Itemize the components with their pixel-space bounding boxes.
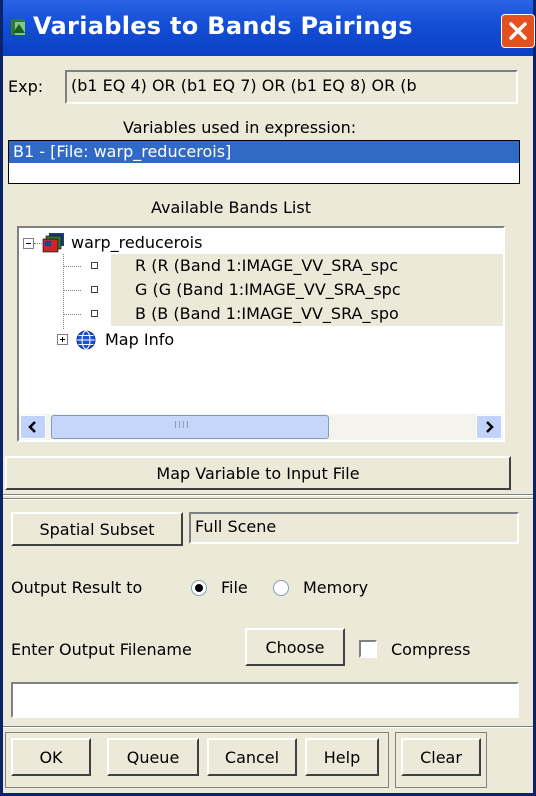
compress-label[interactable]: Compress <box>391 640 470 659</box>
compress-checkbox[interactable] <box>359 640 377 658</box>
choose-button[interactable]: Choose <box>245 628 345 666</box>
spatial-subset-button[interactable]: Spatial Subset <box>11 512 183 546</box>
collapse-toggle-icon[interactable] <box>23 238 34 249</box>
map-info-label[interactable]: Map Info <box>105 328 174 352</box>
band-leaf-icon <box>91 286 98 293</box>
bands-tree[interactable]: warp_reducerois R (R (Band 1:IMAGE_VV_SR… <box>17 226 505 442</box>
map-variable-button[interactable]: Map Variable to Input File <box>5 456 511 490</box>
output-filename-input[interactable] <box>11 682 519 718</box>
scroll-grip: IIII <box>174 420 190 431</box>
close-icon <box>509 22 527 40</box>
ok-button[interactable]: OK <box>11 738 91 776</box>
band-item-g[interactable]: G (G (Band 1:IMAGE_VV_SRA_spc <box>111 278 503 302</box>
bands-heading: Available Bands List <box>151 198 311 217</box>
tree-connector <box>63 314 81 315</box>
radio-selected-dot <box>195 584 203 592</box>
cancel-button[interactable]: Cancel <box>207 738 297 776</box>
radio-memory[interactable] <box>273 580 289 596</box>
output-filename-label: Enter Output Filename <box>11 640 192 659</box>
queue-button[interactable]: Queue <box>107 738 199 776</box>
expand-toggle-icon[interactable] <box>57 334 68 345</box>
scroll-right-button[interactable] <box>476 415 502 439</box>
app-icon <box>11 19 25 35</box>
variables-list[interactable]: B1 - [File: warp_reducerois] <box>8 140 520 184</box>
band-leaf-icon <box>91 310 98 317</box>
spatial-subset-field: Full Scene <box>189 512 519 544</box>
title-bar[interactable]: Variables to Bands Pairings <box>3 0 535 56</box>
separator <box>3 726 533 728</box>
close-button[interactable] <box>501 14 535 48</box>
scroll-thumb[interactable]: IIII <box>51 415 329 439</box>
tree-connector <box>63 290 81 291</box>
variable-item-b1[interactable]: B1 - [File: warp_reducerois] <box>9 141 519 163</box>
globe-icon <box>76 330 96 350</box>
band-item-r[interactable]: R (R (Band 1:IMAGE_VV_SRA_spc <box>111 254 503 278</box>
separator <box>3 494 533 496</box>
window-title: Variables to Bands Pairings <box>33 12 413 40</box>
horizontal-scrollbar[interactable]: IIII <box>19 414 503 440</box>
variables-heading: Variables used in expression: <box>123 118 357 137</box>
expression-label: Exp: <box>8 77 44 96</box>
scroll-left-button[interactable] <box>20 415 46 439</box>
expression-text: (b1 EQ 4) OR (b1 EQ 7) OR (b1 EQ 8) OR (… <box>71 76 417 95</box>
clear-button[interactable]: Clear <box>401 738 481 776</box>
arrow-left-icon <box>28 421 36 433</box>
spatial-subset-value: Full Scene <box>195 517 277 536</box>
radio-file[interactable] <box>191 580 207 596</box>
dialog-window: Variables to Bands Pairings Exp: (b1 EQ … <box>0 0 536 796</box>
help-button[interactable]: Help <box>305 738 379 776</box>
arrow-right-icon <box>486 421 494 433</box>
band-leaf-icon <box>91 262 98 269</box>
radio-file-label[interactable]: File <box>221 578 248 597</box>
tree-connector <box>63 266 81 267</box>
radio-memory-label[interactable]: Memory <box>303 578 368 597</box>
output-label: Output Result to <box>11 578 143 597</box>
raster-file-icon <box>42 233 64 253</box>
expression-field[interactable]: (b1 EQ 4) OR (b1 EQ 7) OR (b1 EQ 8) OR (… <box>65 70 518 104</box>
separator <box>3 498 533 500</box>
band-item-b[interactable]: B (B (Band 1:IMAGE_VV_SRA_spo <box>111 302 503 326</box>
tree-root-label[interactable]: warp_reducerois <box>71 231 202 255</box>
